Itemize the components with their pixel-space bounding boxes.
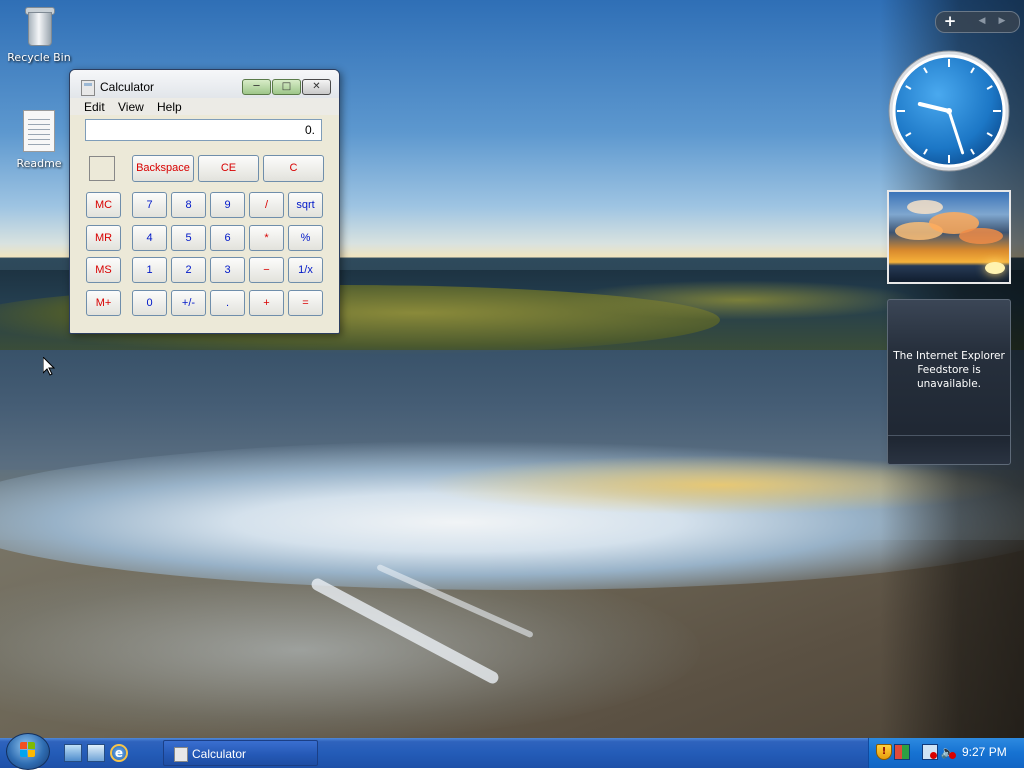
- desktop-icon-label: Recycle Bin: [7, 51, 71, 64]
- security-shield-icon[interactable]: !: [876, 744, 892, 760]
- desktop-icon-readme[interactable]: Readme: [3, 110, 75, 170]
- digit-5-button[interactable]: 5: [171, 225, 206, 251]
- feed-headlines-gadget[interactable]: The Internet Explorer Feedstore is unava…: [887, 299, 1011, 465]
- window-title: Calculator: [100, 80, 155, 94]
- minimize-icon: ─: [253, 81, 260, 92]
- maximize-icon: □: [281, 81, 292, 92]
- reciprocal-button[interactable]: 1/x: [288, 257, 323, 283]
- menu-edit[interactable]: Edit: [84, 100, 105, 114]
- sqrt-button[interactable]: sqrt: [288, 192, 323, 218]
- decimal-point-button[interactable]: .: [210, 290, 245, 316]
- memory-add-button[interactable]: M+: [86, 290, 121, 316]
- clock-gadget[interactable]: [887, 49, 1011, 173]
- digit-1-button[interactable]: 1: [132, 257, 167, 283]
- menu-bar: Edit View Help: [70, 98, 339, 115]
- windows-start-orb-icon: [20, 742, 36, 758]
- memory-store-button[interactable]: MS: [86, 257, 121, 283]
- calculator-icon: [81, 80, 95, 96]
- maximize-button[interactable]: □: [272, 79, 301, 95]
- switch-windows-icon[interactable]: [87, 744, 105, 762]
- digit-0-button[interactable]: 0: [132, 290, 167, 316]
- menu-view[interactable]: View: [118, 100, 144, 114]
- add-button[interactable]: +: [249, 290, 284, 316]
- wallpaper-wave: [560, 280, 920, 320]
- digit-2-button[interactable]: 2: [171, 257, 206, 283]
- calculator-icon: [174, 747, 188, 762]
- minimize-button[interactable]: ─: [242, 79, 271, 95]
- digit-4-button[interactable]: 4: [132, 225, 167, 251]
- feeds-footer: [888, 435, 1010, 464]
- volume-icon[interactable]: 🔈: [940, 744, 956, 760]
- security-center-icon[interactable]: [894, 744, 910, 760]
- memory-recall-button[interactable]: MR: [86, 225, 121, 251]
- taskbar-clock[interactable]: 9:27 PM: [962, 745, 1007, 759]
- calculator-window: Calculator ─ □ ✕ Edit View Help 0. Backs…: [69, 69, 340, 334]
- previous-gadgets-button[interactable]: ◀: [974, 11, 990, 31]
- desktop-icon-label: Readme: [16, 157, 62, 170]
- text-document-icon: [23, 110, 55, 152]
- sign-toggle-button[interactable]: +/-: [171, 290, 206, 316]
- calculator-display: 0.: [85, 119, 322, 141]
- equals-button[interactable]: =: [288, 290, 323, 316]
- memory-clear-button[interactable]: MC: [86, 192, 121, 218]
- digit-9-button[interactable]: 9: [210, 192, 245, 218]
- desktop-icon-recycle-bin[interactable]: Recycle Bin: [3, 4, 75, 64]
- backspace-button[interactable]: Backspace: [132, 155, 194, 182]
- subtract-button[interactable]: −: [249, 257, 284, 283]
- multiply-button[interactable]: *: [249, 225, 284, 251]
- divide-button[interactable]: /: [249, 192, 284, 218]
- add-gadget-button[interactable]: +: [940, 11, 960, 31]
- start-button[interactable]: [6, 733, 50, 770]
- digit-6-button[interactable]: 6: [210, 225, 245, 251]
- digit-8-button[interactable]: 8: [171, 192, 206, 218]
- feeds-unavailable-message: The Internet Explorer Feedstore is unava…: [893, 350, 1005, 390]
- menu-help[interactable]: Help: [157, 100, 182, 114]
- mouse-pointer-icon: [43, 357, 55, 376]
- next-gadgets-button[interactable]: ▶: [994, 11, 1010, 31]
- taskbar-button-calculator[interactable]: Calculator: [163, 740, 318, 766]
- close-button[interactable]: ✕: [302, 79, 331, 95]
- close-icon: ✕: [312, 81, 321, 92]
- digit-3-button[interactable]: 3: [210, 257, 245, 283]
- recycle-bin-icon: [24, 4, 55, 46]
- digit-7-button[interactable]: 7: [132, 192, 167, 218]
- network-icon[interactable]: [922, 744, 938, 760]
- slideshow-gadget[interactable]: [887, 190, 1011, 284]
- memory-indicator: [89, 156, 115, 181]
- show-desktop-icon[interactable]: [64, 744, 82, 762]
- clear-button[interactable]: C: [263, 155, 324, 182]
- clear-entry-button[interactable]: CE: [198, 155, 259, 182]
- taskbar-button-label: Calculator: [192, 747, 247, 761]
- percent-button[interactable]: %: [288, 225, 323, 251]
- internet-explorer-icon[interactable]: e: [110, 744, 128, 762]
